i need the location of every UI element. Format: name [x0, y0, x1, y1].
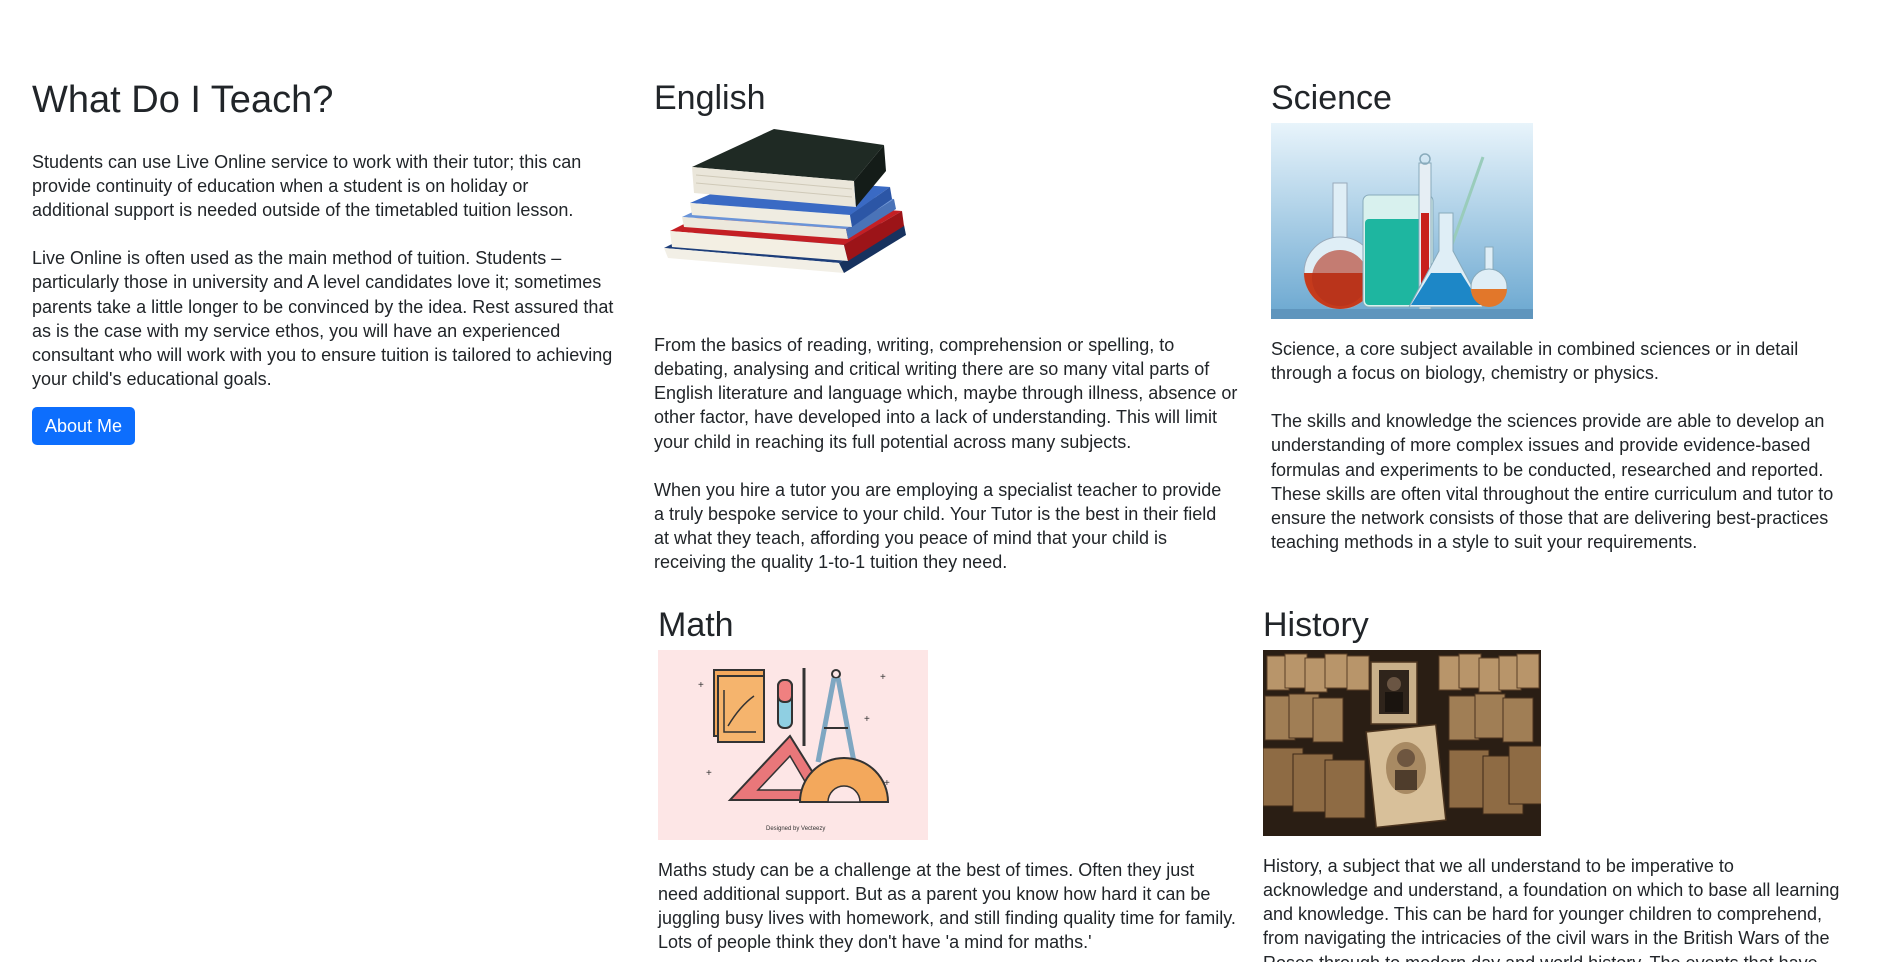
history-section: History History, a subject that we all u… [1263, 605, 1863, 962]
intro-paragraph-1: Students can use Live Online service to … [32, 151, 582, 220]
intro-paragraph-2: Live Online is often used as the main me… [32, 248, 614, 390]
about-me-button[interactable]: About Me [32, 407, 136, 446]
svg-text:+: + [880, 672, 886, 683]
science-paragraph-1: Science, a core subject available in com… [1271, 338, 1799, 383]
english-section: English From the basics of reading, writ… [654, 78, 1244, 575]
old-photographs-icon [1263, 649, 1541, 836]
math-paragraph-1: Maths study can be a challenge at the be… [658, 859, 1236, 953]
history-title: History [1263, 606, 1369, 644]
english-paragraph-1: From the basics of reading, writing, com… [654, 334, 1238, 452]
page: What Do I Teach? Students can use Live O… [0, 0, 1885, 962]
svg-text:+: + [884, 778, 890, 789]
history-paragraph-1: History, a subject that we all understan… [1263, 855, 1840, 962]
intro-column: What Do I Teach? Students can use Live O… [32, 78, 632, 446]
svg-text:+: + [864, 714, 870, 725]
math-image-caption: Designed by Vecteezy [766, 826, 825, 832]
math-title: Math [658, 606, 734, 644]
science-title: Science [1271, 79, 1392, 117]
books-icon [664, 128, 906, 273]
math-section: Math + + + + + Designed by Vecteezy Math… [658, 605, 1248, 955]
math-tools-icon: + + + + + Designed by Vecteezy [658, 649, 928, 840]
svg-text:+: + [698, 680, 704, 691]
science-image [1271, 122, 1533, 319]
science-paragraph-2: The skills and knowledge the sciences pr… [1271, 411, 1834, 553]
svg-text:+: + [706, 768, 712, 779]
page-title: What Do I Teach? [32, 79, 334, 121]
english-image [654, 123, 914, 313]
math-image: + + + + + Designed by Vecteezy [658, 649, 928, 840]
lab-glassware-icon [1271, 122, 1533, 319]
english-title: English [654, 79, 766, 117]
english-paragraph-2: When you hire a tutor you are employing … [654, 479, 1222, 573]
science-section: Science Science, a core subject availabl… [1271, 78, 1871, 554]
history-image [1263, 649, 1541, 836]
